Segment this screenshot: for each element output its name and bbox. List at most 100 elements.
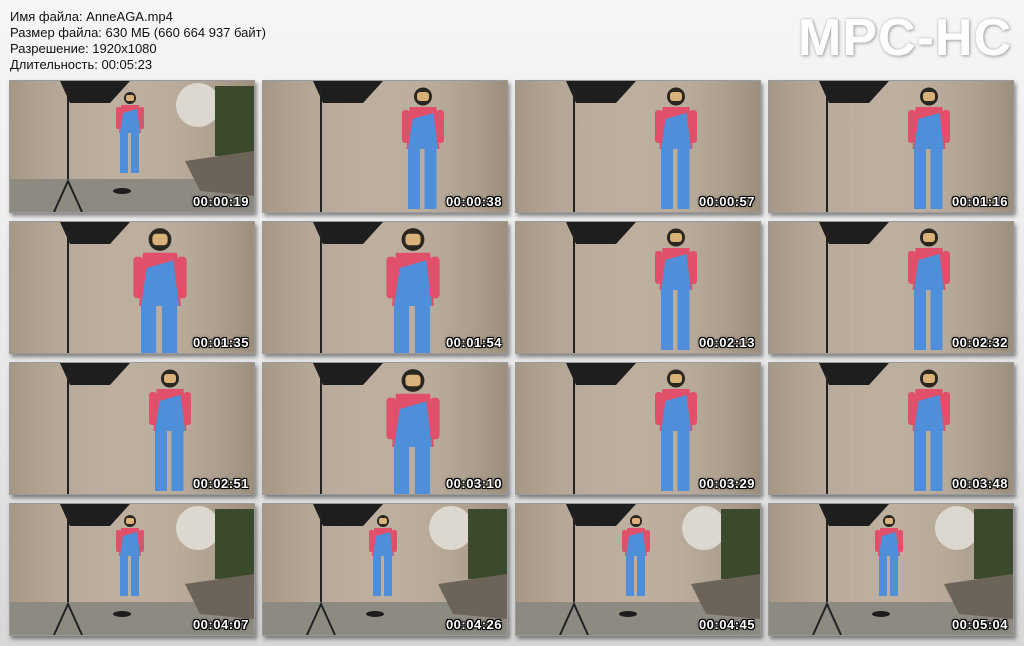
arm-right <box>139 107 144 129</box>
diver-mask <box>405 233 421 246</box>
arm-left <box>116 530 121 552</box>
video-thumbnail[interactable]: 00:01:16 <box>768 80 1014 213</box>
diver-mask <box>670 374 682 383</box>
leg-left <box>394 306 410 353</box>
thumbnail-scene <box>769 363 1013 494</box>
thumbnail-scene <box>516 81 760 212</box>
video-thumbnail[interactable]: 00:02:32 <box>768 221 1014 354</box>
timestamp-label: 00:00:38 <box>445 194 502 209</box>
video-thumbnail[interactable]: 00:00:19 <box>9 80 255 213</box>
timestamp-label: 00:02:32 <box>951 335 1008 350</box>
foliage <box>721 509 760 579</box>
fins <box>113 188 131 194</box>
arm-left <box>622 530 627 552</box>
reflector-umbrella <box>176 83 220 127</box>
timestamp-label: 00:03:10 <box>445 476 502 491</box>
reflector-umbrella <box>176 506 220 550</box>
fins <box>366 611 384 617</box>
arm-right <box>139 530 144 552</box>
diver-mask <box>152 233 168 246</box>
leg-right <box>171 431 184 491</box>
diver-mask <box>164 374 176 383</box>
thumbnail-scene <box>10 81 254 212</box>
timestamp-label: 00:04:26 <box>445 617 502 632</box>
leg-right <box>161 306 178 353</box>
wall-shading <box>263 222 507 353</box>
leg-right <box>677 431 690 491</box>
thumbnail-scene <box>263 81 507 212</box>
video-thumbnail[interactable]: 00:03:10 <box>262 362 508 495</box>
arm-left <box>402 110 410 143</box>
thumbnail-scene <box>769 504 1013 635</box>
timestamp-label: 00:04:45 <box>698 617 755 632</box>
video-thumbnail[interactable]: 00:05:04 <box>768 503 1014 636</box>
timestamp-label: 00:01:35 <box>192 335 249 350</box>
video-thumbnail[interactable]: 00:00:57 <box>515 80 761 213</box>
video-thumbnail[interactable]: 00:03:29 <box>515 362 761 495</box>
arm-right <box>942 251 950 284</box>
video-thumbnail[interactable]: 00:01:35 <box>9 221 255 354</box>
leg-left <box>120 133 128 173</box>
wall-shading <box>10 363 254 494</box>
video-thumbnail[interactable]: 00:00:38 <box>262 80 508 213</box>
leg-right <box>930 290 943 350</box>
reflector-umbrella <box>429 506 473 550</box>
fins <box>619 611 637 617</box>
leg-left <box>155 431 167 491</box>
timestamp-label: 00:03:29 <box>698 476 755 491</box>
filesize-text: Размер файла: 630 МБ (660 664 937 байт) <box>10 25 266 40</box>
arm-left <box>386 256 396 299</box>
leg-right <box>930 431 943 491</box>
arm-right <box>645 530 650 552</box>
fins <box>113 611 131 617</box>
video-thumbnail[interactable]: 00:01:54 <box>262 221 508 354</box>
timestamp-label: 00:03:48 <box>951 476 1008 491</box>
arm-right <box>689 251 697 284</box>
resolution-text: Разрешение: 1920x1080 <box>10 41 157 56</box>
video-thumbnail[interactable]: 00:04:07 <box>9 503 255 636</box>
leg-right <box>930 149 943 209</box>
video-thumbnail[interactable]: 00:04:26 <box>262 503 508 636</box>
thumbnail-scene <box>769 81 1013 212</box>
foliage <box>215 86 254 156</box>
reflector-umbrella <box>935 506 979 550</box>
leg-left <box>914 290 926 350</box>
leg-left <box>120 556 128 596</box>
leg-left <box>661 431 673 491</box>
wall-shading <box>516 81 760 212</box>
timestamp-label: 00:05:04 <box>951 617 1008 632</box>
video-thumbnail[interactable]: 00:02:13 <box>515 221 761 354</box>
thumbnail-scene <box>263 222 507 353</box>
thumbnail-scene <box>10 504 254 635</box>
video-thumbnail[interactable]: 00:02:51 <box>9 362 255 495</box>
fins <box>872 611 890 617</box>
arm-right <box>430 256 440 299</box>
diver-mask <box>923 92 935 101</box>
wall-shading <box>516 222 760 353</box>
arm-left <box>655 251 663 284</box>
arm-left <box>116 107 121 129</box>
thumbnail-scene <box>516 222 760 353</box>
arm-right <box>689 392 697 425</box>
file-info-panel: Имя файла: AnneAGA.mp4 Размер файла: 630… <box>10 9 266 73</box>
arm-right <box>436 110 444 143</box>
timestamp-label: 00:02:13 <box>698 335 755 350</box>
mpc-hc-logo: MPC-HC <box>798 9 1012 67</box>
arm-left <box>149 392 157 425</box>
leg-left <box>914 431 926 491</box>
thumbnail-scene <box>516 363 760 494</box>
leg-right <box>131 133 139 173</box>
diver-mask <box>405 374 421 387</box>
diver-mask <box>923 233 935 242</box>
diver-mask <box>126 518 134 524</box>
timestamp-label: 00:00:57 <box>698 194 755 209</box>
leg-left <box>661 149 673 209</box>
arm-left <box>386 397 396 440</box>
diver-mask <box>885 518 893 524</box>
duration-text: Длительность: 00:05:23 <box>10 57 153 72</box>
reflector-umbrella <box>682 506 726 550</box>
timestamp-label: 00:01:16 <box>951 194 1008 209</box>
video-thumbnail[interactable]: 00:03:48 <box>768 362 1014 495</box>
arm-right <box>689 110 697 143</box>
video-thumbnail[interactable]: 00:04:45 <box>515 503 761 636</box>
